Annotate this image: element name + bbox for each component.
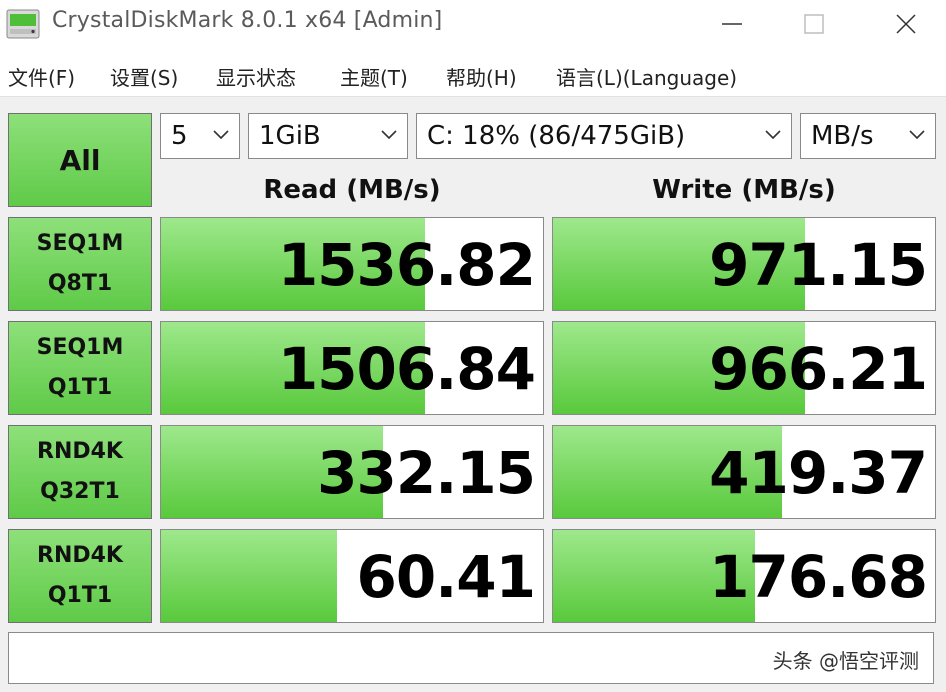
write-result-box: 971.15 (552, 217, 936, 311)
write-result-box: 176.68 (552, 529, 936, 623)
chevron-down-icon (909, 130, 925, 140)
write-result-box: 419.37 (552, 425, 936, 519)
chevron-down-icon (213, 130, 229, 140)
test-label-line2: Q1T1 (47, 583, 113, 608)
size-select[interactable]: 1GiB (248, 113, 408, 159)
write-value: 176.68 (709, 543, 928, 611)
read-value: 332.15 (317, 439, 536, 507)
watermark: 头条 @悟空评测 (772, 649, 919, 673)
all-button[interactable]: All (8, 113, 152, 207)
read-result-box: 60.41 (160, 529, 544, 623)
chevron-down-icon (765, 130, 781, 140)
test-label-line2: Q8T1 (47, 271, 113, 296)
test-label-line2: Q32T1 (40, 479, 120, 504)
read-result-box: 1536.82 (160, 217, 544, 311)
read-value: 1536.82 (277, 231, 536, 299)
write-header: Write (MB/s) (652, 175, 836, 205)
maximize-icon[interactable] (796, 6, 832, 42)
chevron-down-icon (381, 130, 397, 140)
drive-select-value: C: 18% (86/475GiB) (427, 121, 686, 151)
app-disk-icon (6, 9, 40, 39)
write-value: 419.37 (709, 439, 928, 507)
unit-select[interactable]: MB/s (800, 113, 936, 159)
test-button-rnd4k-q1t1[interactable]: RND4K Q1T1 (8, 529, 152, 623)
read-value: 60.41 (356, 543, 536, 611)
read-header: Read (MB/s) (263, 175, 441, 205)
unit-select-value: MB/s (811, 121, 874, 151)
status-bar: 头条 @悟空评测 (8, 632, 934, 684)
menu-display-status[interactable]: 显示状态 (216, 62, 296, 91)
write-value: 966.21 (709, 335, 928, 403)
test-label-line1: SEQ1M (36, 231, 124, 256)
size-select-value: 1GiB (259, 121, 321, 151)
test-label-line2: Q1T1 (47, 375, 113, 400)
read-result-box: 332.15 (160, 425, 544, 519)
menu-file[interactable]: 文件(F) (8, 62, 75, 91)
main-panel: All 5 1GiB C: 18% (86/475GiB) MB/s Read … (0, 97, 946, 692)
read-value: 1506.84 (277, 335, 536, 403)
count-select[interactable]: 5 (160, 113, 240, 159)
menu-language[interactable]: 语言(L)(Language) (556, 62, 737, 91)
menu-bar: 文件(F) 设置(S) 显示状态 主题(T) 帮助(H) 语言(L)(Langu… (0, 58, 946, 92)
write-value: 971.15 (709, 231, 928, 299)
test-label-line1: SEQ1M (36, 335, 124, 360)
menu-theme[interactable]: 主题(T) (340, 62, 408, 91)
count-select-value: 5 (171, 121, 188, 151)
test-button-rnd4k-q32t1[interactable]: RND4K Q32T1 (8, 425, 152, 519)
close-icon[interactable] (888, 6, 924, 42)
drive-select[interactable]: C: 18% (86/475GiB) (416, 113, 792, 159)
title-bar: CrystalDiskMark 8.0.1 x64 [Admin] (0, 0, 946, 50)
menu-help[interactable]: 帮助(H) (446, 62, 517, 91)
test-button-seq1m-q1t1[interactable]: SEQ1M Q1T1 (8, 321, 152, 415)
window-title: CrystalDiskMark 8.0.1 x64 [Admin] (52, 8, 443, 33)
read-progress-bar (161, 530, 337, 622)
test-button-seq1m-q8t1[interactable]: SEQ1M Q8T1 (8, 217, 152, 311)
menu-settings[interactable]: 设置(S) (110, 62, 178, 91)
test-label-line1: RND4K (37, 439, 123, 464)
read-result-box: 1506.84 (160, 321, 544, 415)
test-label-line1: RND4K (37, 543, 123, 568)
minimize-icon[interactable] (714, 6, 750, 42)
write-result-box: 966.21 (552, 321, 936, 415)
